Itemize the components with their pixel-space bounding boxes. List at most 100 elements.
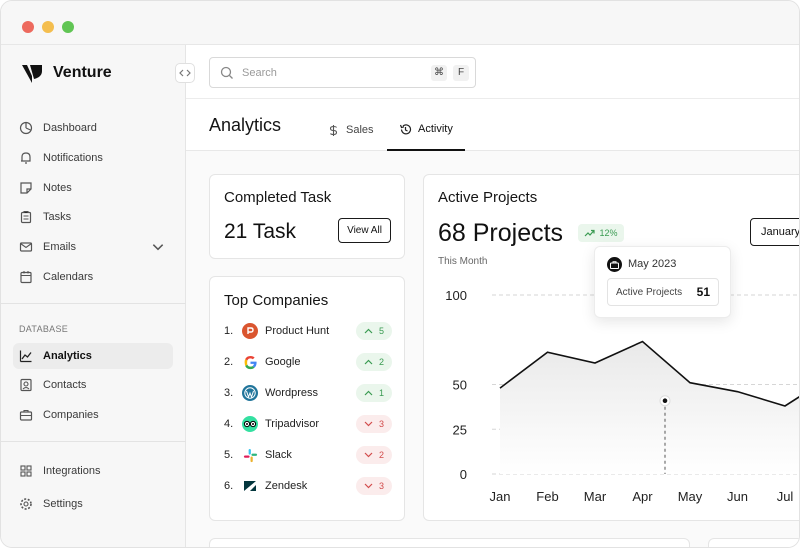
brand[interactable]: Venture: [21, 61, 112, 85]
history-icon: [399, 123, 412, 134]
y-tick-label: 25: [453, 422, 467, 437]
sidebar-item-emails[interactable]: Emails: [13, 234, 173, 260]
rank-change-badge: 2: [356, 353, 392, 371]
main-content: Completed Task 21 Task View All Top Comp…: [186, 152, 799, 547]
rank-change-badge: 5: [356, 322, 392, 340]
sidebar-item-notes[interactable]: Notes: [13, 175, 173, 201]
sidebar-item-contacts[interactable]: Contacts: [13, 372, 173, 398]
search-icon: [220, 66, 233, 79]
tooltip-label: Active Projects: [616, 286, 683, 298]
list-item[interactable]: 1. Product Hunt 5: [224, 321, 392, 341]
sidebar: Venture Dashboard Notifications Notes Ta…: [1, 45, 195, 547]
sidebar-item-label: Integrations: [43, 465, 101, 477]
sidebar-item-label: Emails: [43, 241, 77, 253]
bottom-card: [209, 538, 690, 547]
trend-up-icon: [585, 229, 596, 237]
card-title: Completed Task: [224, 189, 332, 206]
sidebar-item-dashboard[interactable]: Dashboard: [13, 115, 173, 141]
tab-label: Sales: [346, 124, 374, 136]
list-item[interactable]: 5. Slack 2: [224, 445, 392, 465]
sidebar-item-label: Contacts: [43, 379, 87, 391]
sidebar-item-settings[interactable]: Settings: [13, 491, 173, 517]
bell-icon: [21, 152, 31, 164]
dashboard-icon: [19, 121, 33, 135]
sidebar-item-integrations[interactable]: Integrations: [13, 458, 173, 484]
tab-sales[interactable]: Sales: [327, 109, 374, 151]
sidebar-item-label: Tasks: [43, 211, 72, 223]
rank-change-badge: 2: [356, 446, 392, 464]
active-projects-value: 68 Projects: [438, 219, 564, 247]
card-title: Active Projects: [438, 189, 538, 206]
view-all-button[interactable]: View All: [338, 218, 391, 243]
completed-task-card: Completed Task 21 Task View All: [209, 174, 405, 259]
wordpress-logo-icon: [242, 385, 258, 401]
series-area: [500, 341, 799, 474]
rank-change-badge: 3: [356, 415, 392, 433]
mail-icon: [19, 242, 33, 252]
briefcase-icon: [607, 257, 622, 272]
rank-change-value: 5: [378, 326, 384, 336]
sidebar-item-tasks[interactable]: Tasks: [13, 204, 173, 230]
search-input[interactable]: Search ⌘ F: [209, 57, 476, 88]
company-name: Slack: [265, 449, 292, 461]
sidebar-item-companies[interactable]: Companies: [13, 402, 173, 428]
x-tick-label: Apr: [632, 489, 653, 504]
trend-badge: 12%: [578, 224, 624, 242]
maximize-window-button[interactable]: [62, 21, 74, 33]
zendesk-logo-icon: [242, 478, 258, 494]
company-name: Product Hunt: [265, 325, 330, 337]
chevron-up-icon: [364, 359, 373, 365]
sidebar-item-label: Calendars: [43, 271, 94, 283]
page-title: Analytics: [209, 115, 282, 135]
x-tick-label: Feb: [536, 489, 558, 504]
list-item[interactable]: 4. Tripadvisor 3: [224, 414, 392, 434]
app-window: Venture Dashboard Notifications Notes Ta…: [0, 0, 800, 548]
company-rank: 3.: [224, 387, 234, 399]
period-select[interactable]: January: [750, 218, 799, 246]
sidebar-divider: [1, 303, 186, 304]
tooltip-value: 51: [696, 285, 710, 299]
y-tick-label: 50: [453, 378, 467, 393]
company-rank: 4.: [224, 418, 234, 430]
app-name: Venture: [53, 64, 112, 81]
tab-activity[interactable]: Activity: [387, 109, 465, 151]
highlight-point: [662, 398, 668, 404]
company-rank: 2.: [224, 356, 234, 368]
chevron-down-icon[interactable]: [151, 240, 165, 254]
product-hunt-logo-icon: [242, 323, 258, 339]
chevron-up-icon: [364, 328, 373, 334]
rank-change-value: 1: [378, 388, 384, 398]
company-rank: 5.: [224, 449, 234, 461]
grid-icon: [20, 465, 32, 477]
sidebar-divider: [1, 441, 186, 442]
chevron-up-icon: [364, 390, 373, 396]
sidebar-item-label: Dashboard: [43, 122, 97, 134]
company-name: Wordpress: [265, 387, 318, 399]
company-name: Google: [265, 356, 301, 368]
sidebar-item-calendars[interactable]: Calendars: [13, 264, 173, 290]
minimize-window-button[interactable]: [42, 21, 54, 33]
chart-tooltip: May 2023 Active Projects 51: [594, 246, 731, 318]
sidebar-item-analytics[interactable]: Analytics: [13, 343, 173, 369]
list-item[interactable]: 6. Zendesk 3: [224, 476, 392, 496]
code-toggle-icon: [179, 69, 191, 77]
chevron-down-icon: [364, 483, 373, 489]
y-tick-label: 100: [445, 288, 467, 303]
completed-task-value: 21 Task: [224, 220, 296, 243]
collapse-sidebar-button[interactable]: [175, 63, 195, 83]
shortcut-key-f: F: [453, 64, 469, 81]
page-header: Analytics Sales Activity: [186, 99, 799, 151]
x-tick-label: Jan: [490, 489, 511, 504]
sidebar-section-label: DATABASE: [19, 324, 69, 334]
clipboard-icon: [20, 210, 32, 224]
sidebar-item-notifications[interactable]: Notifications: [13, 145, 173, 171]
list-item[interactable]: 3. Wordpress 1: [224, 383, 392, 403]
x-tick-label: Mar: [584, 489, 607, 504]
chevron-down-icon: [364, 421, 373, 427]
contact-card-icon: [20, 378, 32, 392]
list-item[interactable]: 2. Google 2: [224, 352, 392, 372]
bottom-card: [708, 538, 799, 547]
sidebar-item-label: Notifications: [43, 152, 103, 164]
close-window-button[interactable]: [22, 21, 34, 33]
company-rank: 6.: [224, 480, 234, 492]
